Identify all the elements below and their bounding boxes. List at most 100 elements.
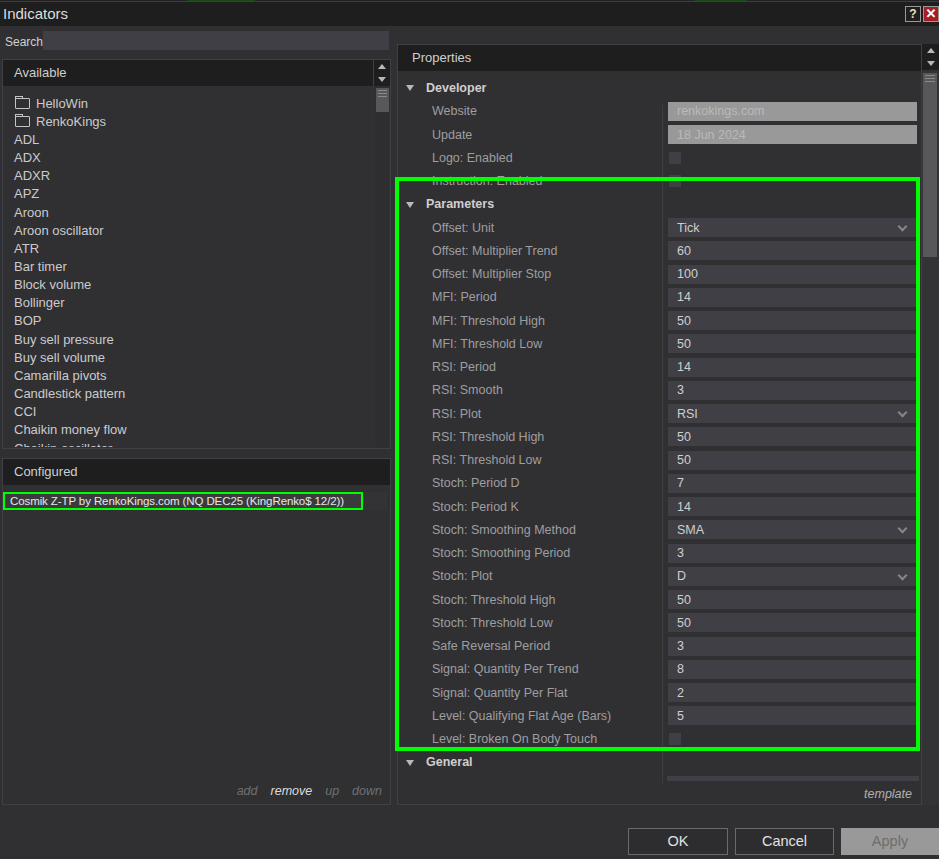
property-input[interactable]: 14 [668, 288, 917, 307]
available-item[interactable]: Block volume [4, 276, 375, 294]
section-row: General [399, 751, 920, 774]
folder-icon [15, 98, 30, 109]
property-dropdown[interactable]: Tick [668, 218, 917, 237]
apply-button[interactable]: Apply [841, 828, 939, 855]
property-input[interactable]: 3 [668, 637, 917, 656]
property-dropdown[interactable]: D [668, 567, 917, 586]
available-item-label: ADL [14, 132, 39, 147]
property-label: MFI: Period [399, 290, 497, 304]
property-row: MFI: Period 14 [399, 286, 920, 309]
remove-action[interactable]: remove [271, 784, 313, 798]
property-label: Stoch: Smoothing Method [399, 523, 576, 537]
close-button[interactable]: ✕ [923, 6, 939, 22]
properties-scrollbar-thumb[interactable] [923, 73, 937, 257]
configured-panel: Configured Cosmik Z-TP by RenkoKings.com… [2, 458, 391, 805]
properties-header-label: Properties [412, 50, 471, 65]
scroll-down-button[interactable] [922, 57, 939, 70]
property-input[interactable]: 60 [668, 241, 917, 260]
property-input[interactable]: 50 [668, 334, 917, 353]
property-label: RSI: Threshold High [399, 430, 544, 444]
property-value: D [677, 569, 686, 583]
property-dropdown[interactable]: SMA [668, 520, 917, 539]
property-input[interactable]: 50 [668, 613, 917, 632]
available-item[interactable]: Camarilla pivots [4, 366, 375, 384]
collapse-arrow-icon[interactable] [406, 202, 414, 208]
property-input[interactable]: 14 [668, 497, 917, 516]
property-input[interactable]: 2 [668, 683, 917, 702]
scroll-up-button[interactable] [374, 60, 390, 73]
available-item[interactable]: CCI [4, 403, 375, 421]
available-item-label: HelloWin [36, 96, 88, 111]
available-item[interactable]: Aroon [4, 203, 375, 221]
property-input[interactable]: 3 [668, 544, 917, 563]
property-label: RSI: Plot [399, 407, 481, 421]
available-item[interactable]: Bar timer [4, 257, 375, 275]
available-item[interactable]: ADXR [4, 167, 375, 185]
available-item[interactable]: BOP [4, 312, 375, 330]
property-input[interactable]: 3 [668, 381, 917, 400]
available-item[interactable]: HelloWin [4, 94, 375, 112]
property-label: Stoch: Threshold High [399, 593, 555, 607]
folder-icon [15, 116, 30, 127]
available-scrollbar-thumb[interactable] [376, 88, 389, 112]
property-value: 50 [677, 337, 691, 351]
add-action[interactable]: add [237, 784, 258, 798]
property-row: Stoch: Smoothing Period3 [399, 541, 920, 564]
property-input[interactable]: 5 [668, 706, 917, 725]
properties-body: DeveloperWebsiterenkokings.comUpdate18 J… [399, 71, 920, 803]
property-value: 3 [677, 546, 684, 560]
available-item[interactable]: Candlestick pattern [4, 385, 375, 403]
scrollbar-grip [925, 75, 935, 82]
scroll-up-button[interactable] [922, 44, 939, 57]
search-input[interactable] [43, 31, 389, 50]
available-item[interactable]: RenkoKings [4, 112, 375, 130]
available-item[interactable]: APZ [4, 185, 375, 203]
property-value: renkokings.com [677, 104, 765, 118]
property-input[interactable]: 50 [668, 311, 917, 330]
property-dropdown[interactable]: RSI [668, 404, 917, 423]
available-item-label: Block volume [14, 277, 91, 292]
available-item[interactable]: Buy sell pressure [4, 330, 375, 348]
help-button[interactable]: ? [905, 6, 921, 22]
available-item[interactable]: Buy sell volume [4, 348, 375, 366]
up-action[interactable]: up [325, 784, 339, 798]
available-item[interactable]: ATR [4, 239, 375, 257]
available-item-label: Bollinger [14, 295, 65, 310]
window-title: Indicators [3, 5, 68, 22]
property-label: Level: Broken On Body Touch [399, 732, 597, 746]
scrollbar-grip [378, 90, 387, 97]
property-row: Stoch: Threshold Low 50 [399, 611, 920, 634]
property-input[interactable]: 50 [668, 590, 917, 609]
template-dropdown-bar[interactable] [667, 776, 919, 781]
property-label: Level: Qualifying Flat Age (Bars) [399, 709, 611, 723]
property-checkbox[interactable] [669, 152, 681, 164]
property-checkbox[interactable] [669, 733, 681, 745]
available-item[interactable]: Bollinger [4, 294, 375, 312]
available-item[interactable]: ADL [4, 130, 375, 148]
ok-button[interactable]: OK [628, 828, 728, 855]
cancel-button[interactable]: Cancel [735, 828, 834, 855]
available-scrollbar[interactable] [375, 86, 389, 447]
configured-item-highlight[interactable]: Cosmik Z-TP by RenkoKings.com (NQ DEC25 … [3, 492, 363, 510]
property-input[interactable]: 50 [668, 451, 917, 470]
down-action[interactable]: down [352, 784, 382, 798]
available-item[interactable]: Chaikin money flow [4, 421, 375, 439]
scroll-down-icon [378, 77, 386, 82]
available-item[interactable]: ADX [4, 148, 375, 166]
property-input[interactable]: 14 [668, 358, 917, 377]
scroll-up-icon [378, 64, 386, 69]
properties-scrollbar[interactable] [922, 70, 939, 805]
scroll-down-button[interactable] [374, 73, 390, 86]
collapse-arrow-icon[interactable] [406, 85, 414, 91]
property-value: 50 [677, 453, 691, 467]
property-input[interactable]: 100 [668, 265, 917, 284]
property-checkbox[interactable] [669, 175, 681, 187]
property-input[interactable]: 7 [668, 474, 917, 493]
property-input[interactable]: 50 [668, 427, 917, 446]
property-label: Stoch: Threshold Low [399, 616, 553, 630]
available-item[interactable]: Chaikin oscillator [4, 439, 375, 447]
property-value: 8 [677, 662, 684, 676]
property-input[interactable]: 8 [668, 660, 917, 679]
available-item[interactable]: Aroon oscillator [4, 221, 375, 239]
collapse-arrow-icon[interactable] [406, 760, 414, 766]
